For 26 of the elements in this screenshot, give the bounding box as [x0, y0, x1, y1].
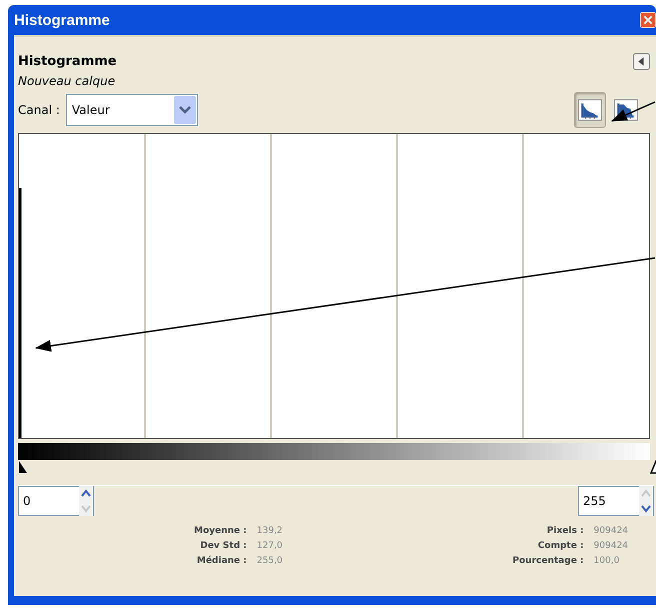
close-icon[interactable] — [640, 9, 656, 31]
stat-value: 100,0 — [594, 556, 620, 566]
stat-value: 127,0 — [256, 541, 283, 551]
window-title: Histogramme — [14, 12, 110, 28]
spin-arrows-icon[interactable] — [639, 486, 653, 516]
spin-arrows-icon[interactable] — [79, 486, 93, 516]
stat-label: Compte : — [536, 541, 584, 551]
annotation-arrow — [611, 101, 656, 122]
stat-label: Dev Std : — [199, 541, 247, 551]
stat-value: 909424 — [594, 526, 628, 536]
stat-label: Médiane : — [196, 556, 247, 566]
start-spinbox[interactable]: 0 — [18, 486, 94, 516]
channel-label: Canal : — [18, 103, 60, 117]
linear-scale-button[interactable] — [574, 92, 606, 128]
end-spinbox[interactable]: 255 — [578, 486, 654, 516]
stat-value: 909424 — [594, 541, 628, 551]
stat-value: 255,0 — [256, 556, 283, 566]
stat-label: Moyenne : — [194, 526, 247, 536]
stat-value: 139,2 — [256, 526, 283, 536]
tab-menu-icon[interactable] — [633, 52, 650, 70]
start-handle[interactable] — [18, 460, 28, 474]
panel-title: Histogramme — [18, 54, 117, 68]
stat-label: Pixels : — [546, 526, 584, 536]
layer-name: Nouveau calque — [18, 74, 116, 88]
stat-label: Pourcentage : — [512, 556, 584, 566]
channel-dropdown[interactable]: Valeur — [66, 94, 198, 126]
